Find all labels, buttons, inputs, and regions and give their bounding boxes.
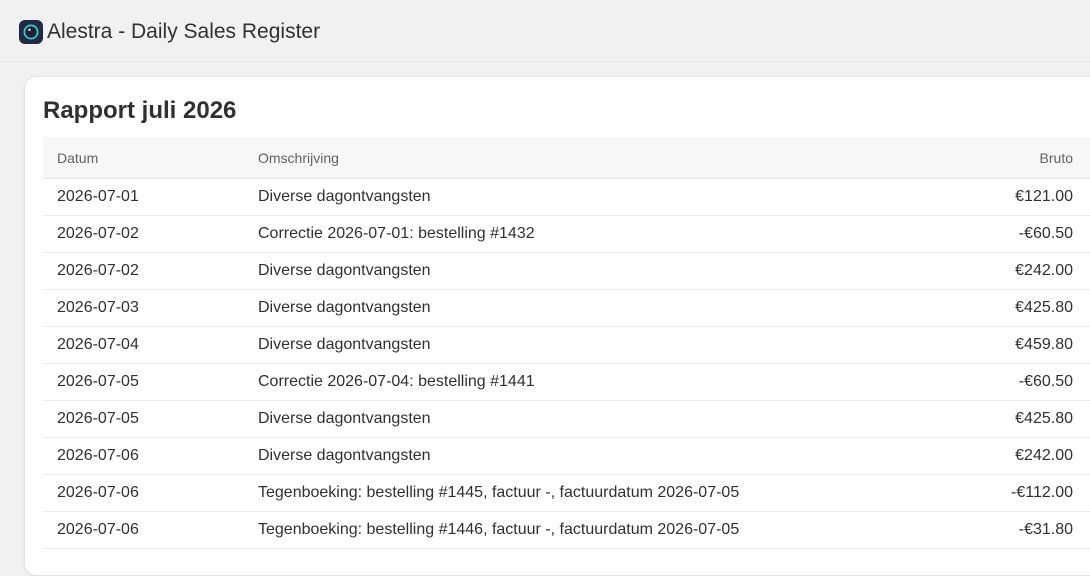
- row-description: Correctie 2026-07-04: bestelling #1441: [258, 373, 535, 390]
- table-row[interactable]: 2026-07-05 Correctie 2026-07-04: bestelli…: [43, 364, 1090, 401]
- table-row[interactable]: 2026-07-05 Diverse dagontvangsten €425.80: [43, 401, 1090, 438]
- table-body: 2026-07-01 Diverse dagontvangsten €121.00 2…: [43, 179, 1090, 549]
- row-description: Correctie 2026-07-01: bestelling #1432: [258, 225, 535, 242]
- report-card: Rapport juli 2026 Datum Omschrijving Bru…: [24, 76, 1090, 576]
- app-title: Alestra - Daily Sales Register: [47, 20, 321, 43]
- row-gross: €425.80: [1015, 299, 1073, 316]
- row-gross: -€60.50: [1018, 225, 1073, 242]
- report-table: Datum Omschrijving Bruto 2026-07-01 Diver…: [43, 137, 1090, 549]
- row-gross: -€31.80: [1018, 521, 1073, 538]
- row-description: Tegenboeking: bestelling #1445, factuur …: [258, 484, 740, 501]
- row-date: 2026-07-02: [57, 225, 139, 242]
- table-row[interactable]: 2026-07-06 Tegenboeking: bestelling #1446…: [43, 512, 1090, 549]
- app-logo-icon: [19, 20, 43, 44]
- row-date: 2026-07-02: [57, 262, 139, 279]
- row-gross: €242.00: [1015, 262, 1073, 279]
- row-date: 2026-07-06: [57, 447, 139, 464]
- column-header-date[interactable]: Datum: [57, 137, 98, 178]
- row-gross: -€112.00: [1011, 484, 1073, 501]
- row-description: Diverse dagontvangsten: [258, 188, 431, 205]
- row-gross: €459.80: [1015, 336, 1073, 353]
- row-date: 2026-07-03: [57, 299, 139, 316]
- row-gross: €121.00: [1015, 188, 1073, 205]
- row-description: Diverse dagontvangsten: [258, 262, 431, 279]
- row-gross: €425.80: [1015, 410, 1073, 427]
- row-date: 2026-07-05: [57, 373, 139, 390]
- table-row[interactable]: 2026-07-02 Diverse dagontvangsten €242.00: [43, 253, 1090, 290]
- table-row[interactable]: 2026-07-01 Diverse dagontvangsten €121.00: [43, 179, 1090, 216]
- row-gross: -€60.50: [1018, 373, 1073, 390]
- row-description: Tegenboeking: bestelling #1446, factuur …: [258, 521, 740, 538]
- table-row[interactable]: 2026-07-03 Diverse dagontvangsten €425.80: [43, 290, 1090, 327]
- column-header-gross[interactable]: Bruto: [1040, 137, 1073, 178]
- row-date: 2026-07-05: [57, 410, 139, 427]
- table-row[interactable]: 2026-07-04 Diverse dagontvangsten €459.80: [43, 327, 1090, 364]
- row-date: 2026-07-06: [57, 521, 139, 538]
- row-gross: €242.00: [1015, 447, 1073, 464]
- app-header: Alestra - Daily Sales Register: [0, 0, 1090, 62]
- table-header: Datum Omschrijving Bruto: [43, 137, 1090, 179]
- table-row[interactable]: 2026-07-06 Tegenboeking: bestelling #1445…: [43, 475, 1090, 512]
- row-description: Diverse dagontvangsten: [258, 299, 431, 316]
- row-date: 2026-07-04: [57, 336, 139, 353]
- row-description: Diverse dagontvangsten: [258, 410, 431, 427]
- row-description: Diverse dagontvangsten: [258, 447, 431, 464]
- row-description: Diverse dagontvangsten: [258, 336, 431, 353]
- row-date: 2026-07-06: [57, 484, 139, 501]
- table-row[interactable]: 2026-07-02 Correctie 2026-07-01: bestelli…: [43, 216, 1090, 253]
- row-date: 2026-07-01: [57, 188, 139, 205]
- report-title: Rapport juli 2026: [43, 97, 237, 124]
- table-row[interactable]: 2026-07-06 Diverse dagontvangsten €242.00: [43, 438, 1090, 475]
- column-header-description[interactable]: Omschrijving: [258, 137, 339, 178]
